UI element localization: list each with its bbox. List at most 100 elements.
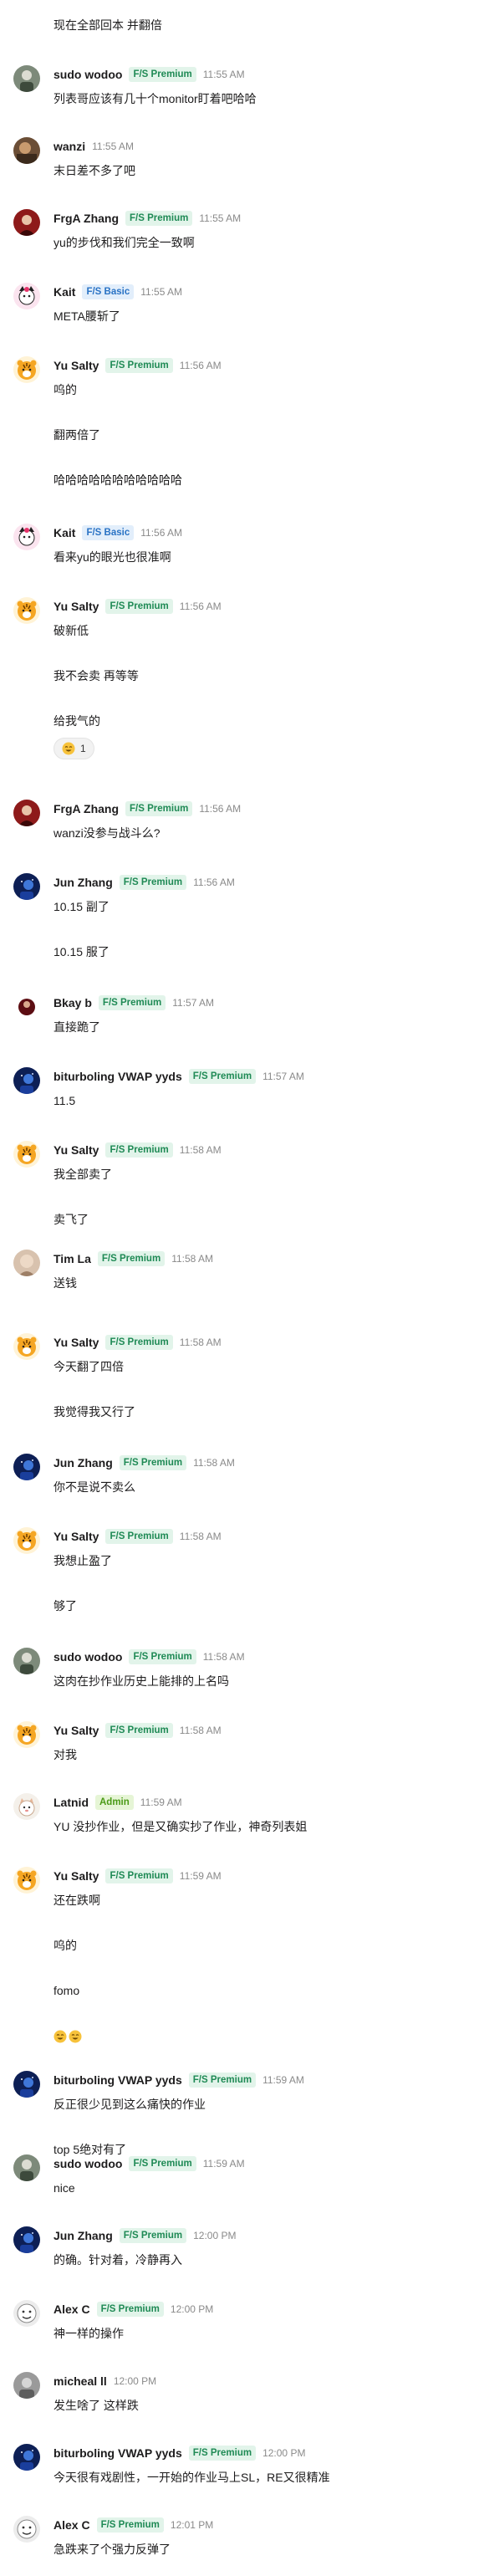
avatar[interactable] [13, 2154, 40, 2181]
username[interactable]: Yu Salty [54, 600, 99, 613]
timestamp[interactable]: 11:55 AM [199, 212, 241, 224]
role-badge: F/S Premium [129, 2156, 196, 2171]
username[interactable]: Kait [54, 285, 75, 299]
message-header: biturboling VWAP yyds F/S Premium 11:57 AM [54, 1067, 304, 1086]
timestamp[interactable]: 11:58 AM [180, 1144, 222, 1156]
timestamp[interactable]: 11:58 AM [203, 1651, 245, 1663]
username[interactable]: sudo wodoo [54, 68, 122, 81]
username[interactable]: Jun Zhang [54, 2229, 113, 2242]
avatar[interactable] [13, 1721, 40, 1748]
avatar[interactable] [13, 1454, 40, 1480]
username[interactable]: Jun Zhang [54, 876, 113, 889]
username[interactable]: Kait [54, 526, 75, 539]
timestamp[interactable]: 11:58 AM [180, 1725, 222, 1736]
username[interactable]: sudo wodoo [54, 1650, 122, 1664]
reaction-pill[interactable]: 1 [54, 738, 94, 759]
avatar[interactable] [13, 873, 40, 900]
avatar[interactable] [13, 1067, 40, 1094]
avatar[interactable] [13, 1333, 40, 1360]
role-badge: F/S Premium [105, 358, 173, 373]
timestamp[interactable]: 12:00 PM [193, 2230, 236, 2241]
username[interactable]: Tim La [54, 1252, 91, 1265]
message-text: 卖飞了 [54, 1213, 89, 1226]
avatar[interactable] [13, 137, 40, 164]
username[interactable]: Bkay b [54, 996, 92, 1009]
username[interactable]: Alex C [54, 2518, 90, 2532]
message-text: YU 没抄作业，但是又确实抄了作业，神奇列表姐 [54, 1820, 308, 1833]
timestamp[interactable]: 11:56 AM [180, 360, 222, 371]
username[interactable]: sudo wodoo [54, 2157, 122, 2170]
avatar[interactable] [13, 2071, 40, 2098]
message-text: 的确。针对着，冷静再入 [54, 2253, 182, 2267]
reaction-count: 1 [80, 743, 86, 754]
avatar[interactable] [13, 1250, 40, 1276]
timestamp[interactable]: 11:55 AM [92, 141, 134, 152]
message-header: sudo wodoo F/S Premium 11:59 AM [54, 2154, 245, 2173]
username[interactable]: wanzi [54, 140, 85, 153]
avatar[interactable] [13, 2226, 40, 2253]
timestamp[interactable]: 11:56 AM [140, 527, 182, 539]
avatar[interactable] [13, 2516, 40, 2543]
timestamp[interactable]: 12:01 PM [171, 2519, 213, 2531]
avatar[interactable] [13, 209, 40, 236]
username[interactable]: Yu Salty [54, 1530, 99, 1543]
timestamp[interactable]: 11:58 AM [180, 1337, 222, 1348]
avatar[interactable] [13, 524, 40, 550]
avatar[interactable] [13, 994, 40, 1020]
username[interactable]: Yu Salty [54, 1724, 99, 1737]
role-badge: F/S Premium [96, 2517, 164, 2533]
avatar[interactable] [13, 2300, 40, 2327]
username[interactable]: biturboling VWAP yyds [54, 2446, 182, 2460]
message-text: 还在跌啊 [54, 1894, 100, 1907]
avatar[interactable] [13, 1867, 40, 1894]
username[interactable]: Latnid [54, 1796, 89, 1809]
username[interactable]: Yu Salty [54, 359, 99, 372]
username[interactable]: biturboling VWAP yyds [54, 1070, 182, 1083]
role-badge: F/S Premium [188, 2073, 257, 2088]
timestamp[interactable]: 11:56 AM [199, 803, 241, 815]
timestamp[interactable]: 11:55 AM [203, 69, 245, 80]
message-text: 直接跪了 [54, 1020, 100, 1034]
timestamp[interactable]: 11:56 AM [193, 877, 235, 888]
message-text: 我全部卖了 [54, 1168, 112, 1181]
avatar[interactable] [13, 1648, 40, 1674]
timestamp[interactable]: 11:59 AM [262, 2074, 304, 2086]
username[interactable]: biturboling VWAP yyds [54, 2073, 182, 2087]
avatar[interactable] [13, 597, 40, 624]
username[interactable]: micheal ll [54, 2374, 107, 2388]
avatar[interactable] [13, 356, 40, 383]
avatar[interactable] [13, 1793, 40, 1820]
username[interactable]: Jun Zhang [54, 1456, 113, 1469]
timestamp[interactable]: 11:59 AM [180, 1870, 222, 1882]
avatar[interactable] [13, 2444, 40, 2471]
timestamp[interactable]: 12:00 PM [262, 2447, 305, 2459]
timestamp[interactable]: 11:58 AM [180, 1531, 222, 1542]
timestamp[interactable]: 11:59 AM [140, 1797, 182, 1808]
username[interactable]: Yu Salty [54, 1143, 99, 1157]
username[interactable]: FrgA Zhang [54, 212, 119, 225]
timestamp[interactable]: 11:58 AM [193, 1457, 235, 1469]
avatar[interactable] [13, 2372, 40, 2399]
timestamp[interactable]: 11:59 AM [203, 2158, 245, 2170]
timestamp[interactable]: 12:00 PM [171, 2303, 213, 2315]
timestamp[interactable]: 12:00 PM [114, 2375, 156, 2387]
avatar[interactable] [13, 1527, 40, 1554]
username[interactable]: Yu Salty [54, 1869, 99, 1883]
message-header: Yu Salty F/S Premium 11:59 AM [54, 1867, 222, 1885]
emoji-message [54, 2027, 471, 2044]
avatar[interactable] [13, 283, 40, 309]
username[interactable]: FrgA Zhang [54, 802, 119, 815]
message-text: 今天翻了四倍 [54, 1360, 124, 1373]
timestamp[interactable]: 11:56 AM [180, 601, 222, 612]
timestamp[interactable]: 11:58 AM [171, 1253, 213, 1265]
avatar[interactable] [13, 800, 40, 826]
timestamp[interactable]: 11:57 AM [262, 1071, 304, 1082]
timestamp[interactable]: 11:55 AM [140, 286, 182, 298]
username[interactable]: Yu Salty [54, 1336, 99, 1349]
message-text: fomo [54, 1984, 80, 1997]
username[interactable]: Alex C [54, 2303, 90, 2316]
avatar[interactable] [13, 1141, 40, 1168]
grinning-face-icon [62, 742, 75, 755]
avatar[interactable] [13, 65, 40, 92]
timestamp[interactable]: 11:57 AM [172, 997, 214, 1009]
